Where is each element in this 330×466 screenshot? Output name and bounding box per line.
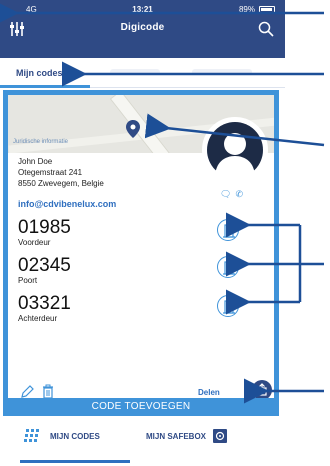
callout-arrow-map (144, 113, 325, 147)
callout-arrows (0, 0, 325, 404)
